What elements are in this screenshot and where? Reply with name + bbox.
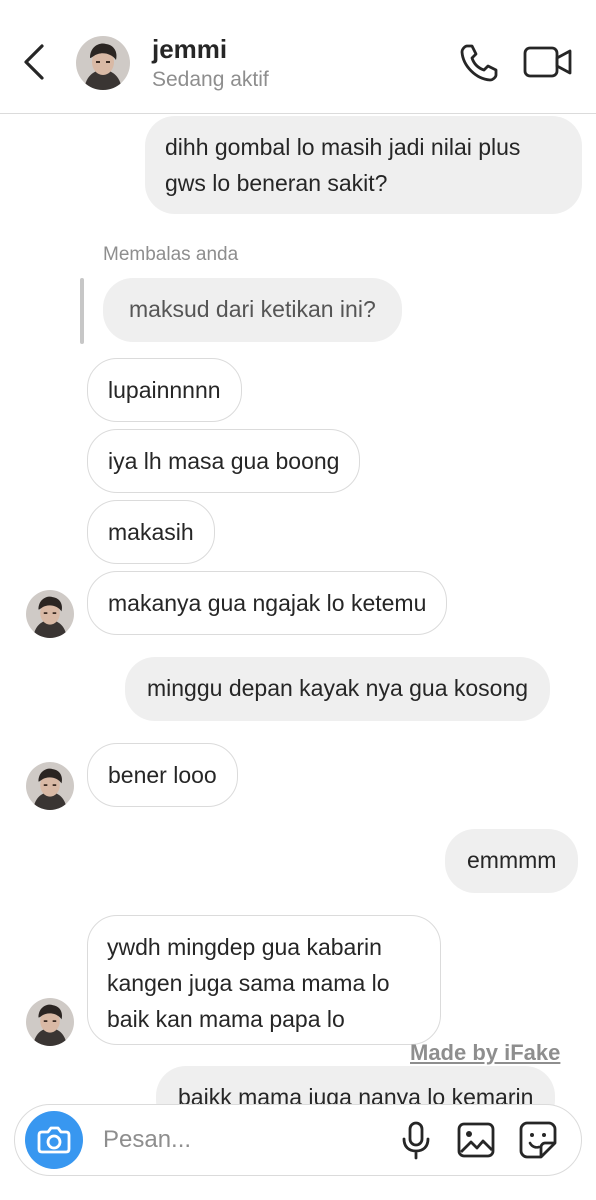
message-received[interactable]: lupainnnnn bbox=[87, 358, 242, 422]
avatar[interactable] bbox=[26, 998, 74, 1046]
message-sent[interactable]: emmmm bbox=[445, 829, 579, 893]
contact-name[interactable]: jemmi bbox=[152, 34, 227, 65]
message-composer bbox=[14, 1104, 582, 1176]
watermark: Made by iFake bbox=[410, 1040, 561, 1065]
message-received[interactable]: iya lh masa gua boong bbox=[87, 429, 361, 493]
message-input[interactable] bbox=[103, 1121, 383, 1159]
message-sent[interactable]: dihh gombal lo masih jadi nilai plus gws… bbox=[145, 116, 582, 214]
avatar[interactable] bbox=[76, 36, 130, 90]
contact-status: Sedang aktif bbox=[152, 68, 269, 91]
avatar[interactable] bbox=[26, 762, 74, 810]
chat-header: jemmi Sedang aktif bbox=[0, 0, 596, 114]
video-camera-icon[interactable] bbox=[522, 44, 574, 80]
message-line: kangen juga sama mama lo bbox=[107, 970, 390, 996]
message-line: dihh gombal lo masih jadi nilai plus bbox=[165, 134, 521, 160]
phone-icon[interactable] bbox=[458, 42, 500, 84]
back-chevron-icon[interactable] bbox=[18, 42, 54, 82]
microphone-icon[interactable] bbox=[395, 1119, 437, 1161]
message-sent[interactable]: minggu depan kayak nya gua kosong bbox=[125, 657, 551, 721]
message-received[interactable]: makanya gua ngajak lo ketemu bbox=[87, 571, 448, 635]
avatar[interactable] bbox=[26, 590, 74, 638]
sticker-icon[interactable] bbox=[517, 1119, 559, 1161]
gallery-icon[interactable] bbox=[455, 1119, 497, 1161]
message-received[interactable]: ywdh mingdep gua kabarin kangen juga sam… bbox=[87, 915, 441, 1045]
message-received[interactable]: bener looo bbox=[87, 743, 238, 807]
reply-indicator bbox=[80, 278, 84, 344]
reply-label: Membalas anda bbox=[103, 244, 239, 265]
camera-icon bbox=[37, 1126, 71, 1154]
replied-message[interactable]: maksud dari ketikan ini? bbox=[103, 278, 402, 342]
message-line: ywdh mingdep gua kabarin bbox=[107, 934, 382, 960]
message-received[interactable]: makasih bbox=[87, 500, 215, 564]
message-line: gws lo beneran sakit? bbox=[165, 170, 388, 196]
camera-button[interactable] bbox=[25, 1111, 83, 1169]
message-line: baik kan mama papa lo bbox=[107, 1006, 345, 1032]
